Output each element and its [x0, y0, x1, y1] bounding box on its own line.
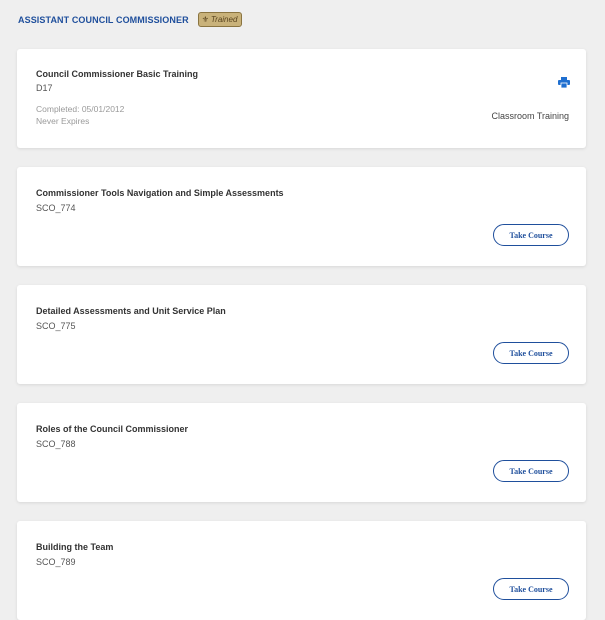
course-card: Roles of the Council Commissioner SCO_78…: [17, 403, 586, 502]
course-title: Building the Team: [36, 542, 114, 552]
course-code: SCO_788: [36, 439, 76, 449]
course-card: Building the Team SCO_789 Take Course: [17, 521, 586, 620]
trained-badge-label: Trained: [210, 15, 238, 24]
course-code: SCO_774: [36, 203, 76, 213]
course-title: Roles of the Council Commissioner: [36, 424, 189, 434]
course-title: Commissioner Tools Navigation and Simple…: [36, 188, 284, 198]
take-course-button[interactable]: Take Course: [493, 460, 569, 482]
course-card-completed: Council Commissioner Basic Training D17 …: [17, 49, 586, 148]
course-type: Classroom Training: [491, 111, 569, 121]
take-course-button[interactable]: Take Course: [493, 224, 569, 246]
print-icon[interactable]: [558, 77, 570, 88]
role-header: ASSISTANT COUNCIL COMMISSIONER ⚜ Trained: [18, 12, 243, 27]
course-code: SCO_775: [36, 321, 76, 331]
take-course-button[interactable]: Take Course: [493, 578, 569, 600]
take-course-button[interactable]: Take Course: [493, 342, 569, 364]
course-title: Detailed Assessments and Unit Service Pl…: [36, 306, 226, 316]
completed-date: Completed: 05/01/2012: [36, 104, 125, 114]
course-card: Commissioner Tools Navigation and Simple…: [17, 167, 586, 266]
course-card: Detailed Assessments and Unit Service Pl…: [17, 285, 586, 384]
course-code: SCO_789: [36, 557, 76, 567]
role-title: ASSISTANT COUNCIL COMMISSIONER: [18, 14, 189, 25]
trained-badge: ⚜ Trained: [197, 12, 243, 27]
expiry-status: Never Expires: [36, 116, 90, 126]
course-title: Council Commissioner Basic Training: [36, 69, 199, 79]
course-code: D17: [36, 83, 53, 93]
fleur-de-lis-icon: ⚜: [201, 15, 209, 24]
